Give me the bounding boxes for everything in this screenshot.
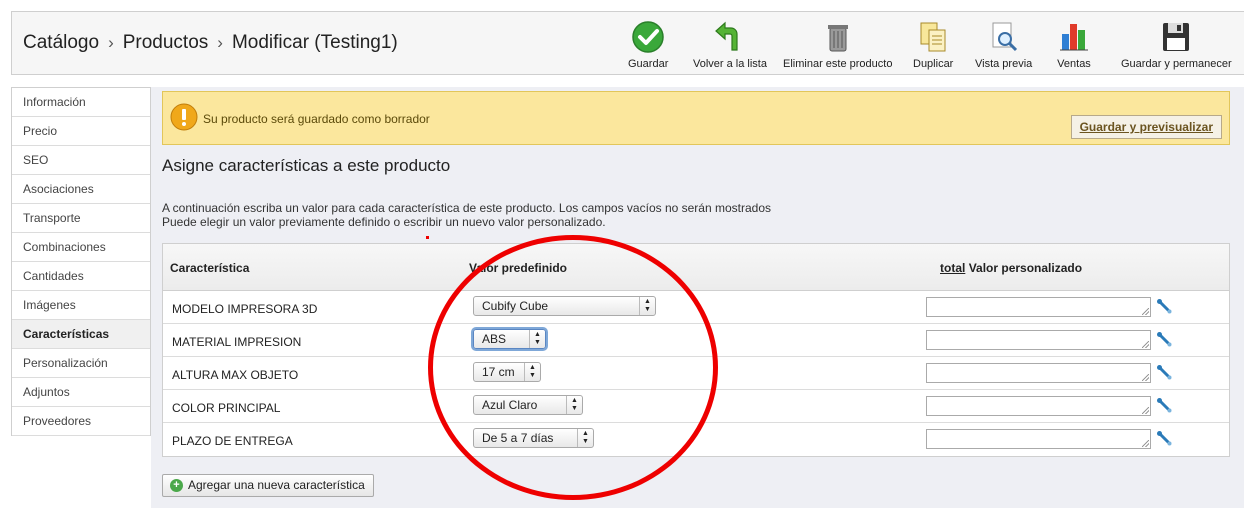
resize-grip-icon[interactable] bbox=[1142, 308, 1149, 315]
delete-product-button[interactable]: Eliminar este producto bbox=[783, 20, 892, 70]
warning-text: Su producto será guardado como borrador bbox=[203, 112, 430, 126]
section-description: A continuación escriba un valor para cad… bbox=[162, 201, 771, 229]
sidebar-item-adjuntos[interactable]: Adjuntos bbox=[12, 378, 150, 407]
sales-button[interactable]: Ventas bbox=[1057, 20, 1091, 70]
trash-icon bbox=[821, 20, 855, 54]
table-row: MATERIAL IMPRESION ABS ▲ ▼ bbox=[163, 324, 1229, 357]
wrench-icon[interactable] bbox=[1156, 364, 1173, 381]
select-arrows-icon: ▲ ▼ bbox=[524, 363, 540, 381]
resize-grip-icon[interactable] bbox=[1142, 440, 1149, 447]
select-arrows-icon: ▲ ▼ bbox=[577, 429, 593, 447]
description-line-2: Puede elegir un valor previamente defini… bbox=[162, 215, 606, 229]
check-icon bbox=[631, 20, 665, 54]
header-custom-label: Valor personalizado bbox=[968, 261, 1083, 275]
select-arrows-icon: ▲ ▼ bbox=[639, 297, 655, 315]
toolbar: Guardar Volver a la lista Eliminar este … bbox=[12, 20, 1244, 76]
back-to-list-button[interactable]: Volver a la lista bbox=[693, 20, 767, 70]
preview-button[interactable]: Vista previa bbox=[975, 20, 1032, 70]
back-arrow-icon bbox=[713, 20, 747, 54]
custom-value-field[interactable] bbox=[926, 396, 1151, 416]
page-header: Catálogo › Productos › Modificar (Testing1) … bbox=[11, 11, 1244, 75]
predefined-value-select[interactable]: 17 cm ▲ ▼ bbox=[473, 362, 541, 382]
save-and-stay-button[interactable]: Guardar y permanecer bbox=[1121, 20, 1232, 70]
resize-grip-icon[interactable] bbox=[1142, 341, 1149, 348]
feature-name: PLAZO DE ENTREGA bbox=[172, 434, 293, 448]
plus-icon: + bbox=[170, 479, 183, 492]
feature-name: ALTURA MAX OBJETO bbox=[172, 368, 299, 382]
sidebar-item-cantidades[interactable]: Cantidades bbox=[12, 262, 150, 291]
wrench-icon[interactable] bbox=[1156, 331, 1173, 348]
resize-grip-icon[interactable] bbox=[1142, 407, 1149, 414]
feature-name: MODELO IMPRESORA 3D bbox=[172, 302, 318, 316]
sidebar-item-combinaciones[interactable]: Combinaciones bbox=[12, 233, 150, 262]
select-value: Azul Claro bbox=[482, 398, 538, 412]
wrench-icon[interactable] bbox=[1156, 298, 1173, 315]
sidebar-item-transporte[interactable]: Transporte bbox=[12, 204, 150, 233]
save-button[interactable]: Guardar bbox=[628, 20, 668, 70]
custom-value-field[interactable] bbox=[926, 330, 1151, 350]
back-label: Volver a la lista bbox=[693, 58, 767, 70]
draft-warning: Su producto será guardado como borrador … bbox=[162, 91, 1230, 145]
select-value: De 5 a 7 días bbox=[482, 431, 554, 445]
table-row: ALTURA MAX OBJETO 17 cm ▲ ▼ bbox=[163, 357, 1229, 390]
preview-label: Vista previa bbox=[975, 58, 1033, 70]
select-value: 17 cm bbox=[482, 365, 515, 379]
sidebar-item-informacion[interactable]: Información bbox=[12, 88, 150, 117]
table-row: PLAZO DE ENTREGA De 5 a 7 días ▲ ▼ bbox=[163, 423, 1229, 456]
description-line-1: A continuación escriba un valor para cad… bbox=[162, 201, 771, 215]
sidebar-item-caracteristicas[interactable]: Características bbox=[12, 320, 150, 349]
select-value: ABS bbox=[482, 332, 507, 346]
select-arrows-icon: ▲ ▼ bbox=[566, 396, 582, 414]
annotation-dot bbox=[426, 236, 429, 239]
custom-value-field[interactable] bbox=[926, 363, 1151, 383]
feature-name: MATERIAL IMPRESION bbox=[172, 335, 302, 349]
save-and-stay-label: Guardar y permanecer bbox=[1121, 58, 1232, 70]
predefined-value-select[interactable]: De 5 a 7 días ▲ ▼ bbox=[473, 428, 594, 448]
sidebar-item-imagenes[interactable]: Imágenes bbox=[12, 291, 150, 320]
duplicate-label: Duplicar bbox=[913, 58, 954, 70]
duplicate-button[interactable]: Duplicar bbox=[913, 20, 953, 70]
wrench-icon[interactable] bbox=[1156, 430, 1173, 447]
custom-value-field[interactable] bbox=[926, 429, 1151, 449]
custom-value-field[interactable] bbox=[926, 297, 1151, 317]
predefined-value-select[interactable]: Cubify Cube ▲ ▼ bbox=[473, 296, 656, 316]
add-feature-button[interactable]: + Agregar una nueva característica bbox=[162, 474, 374, 497]
header-feature: Característica bbox=[170, 261, 250, 275]
select-arrows-icon: ▲ ▼ bbox=[529, 330, 545, 348]
select-value: Cubify Cube bbox=[482, 299, 549, 313]
sidebar-item-proveedores[interactable]: Proveedores bbox=[12, 407, 150, 436]
wrench-icon[interactable] bbox=[1156, 397, 1173, 414]
sales-label: Ventas bbox=[1057, 58, 1091, 70]
sidebar-item-personalizacion[interactable]: Personalización bbox=[12, 349, 150, 378]
header-predefined-value: Valor predefinido bbox=[469, 261, 568, 275]
table-row: MODELO IMPRESORA 3D Cubify Cube ▲ ▼ bbox=[163, 291, 1229, 324]
delete-label: Eliminar este producto bbox=[783, 58, 893, 70]
save-and-preview-button[interactable]: Guardar y previsualizar bbox=[1070, 115, 1222, 139]
warning-icon bbox=[170, 103, 198, 131]
table-header: Característica Valor predefinido total V… bbox=[163, 244, 1229, 291]
duplicate-icon bbox=[916, 20, 950, 54]
features-table: Característica Valor predefinido total V… bbox=[162, 243, 1230, 457]
bar-chart-icon bbox=[1057, 20, 1091, 54]
sidebar-item-seo[interactable]: SEO bbox=[12, 146, 150, 175]
table-row: COLOR PRINCIPAL Azul Claro ▲ ▼ bbox=[163, 390, 1229, 423]
sidebar-item-asociaciones[interactable]: Asociaciones bbox=[12, 175, 150, 204]
header-custom-value: total Valor personalizado bbox=[940, 261, 1082, 275]
sidebar-item-precio[interactable]: Precio bbox=[12, 117, 150, 146]
add-feature-label: Agregar una nueva característica bbox=[188, 478, 365, 492]
section-title: Asigne características a este producto bbox=[162, 156, 451, 175]
floppy-disk-icon bbox=[1159, 20, 1193, 54]
predefined-value-select[interactable]: ABS ▲ ▼ bbox=[473, 329, 546, 349]
resize-grip-icon[interactable] bbox=[1142, 374, 1149, 381]
main-content: Su producto será guardado como borrador … bbox=[151, 87, 1244, 508]
magnifier-icon bbox=[987, 20, 1021, 54]
total-link[interactable]: total bbox=[940, 261, 965, 275]
predefined-value-select[interactable]: Azul Claro ▲ ▼ bbox=[473, 395, 583, 415]
sidebar: Información Precio SEO Asociaciones Tran… bbox=[11, 87, 151, 436]
feature-name: COLOR PRINCIPAL bbox=[172, 401, 281, 415]
save-label: Guardar bbox=[628, 58, 669, 70]
